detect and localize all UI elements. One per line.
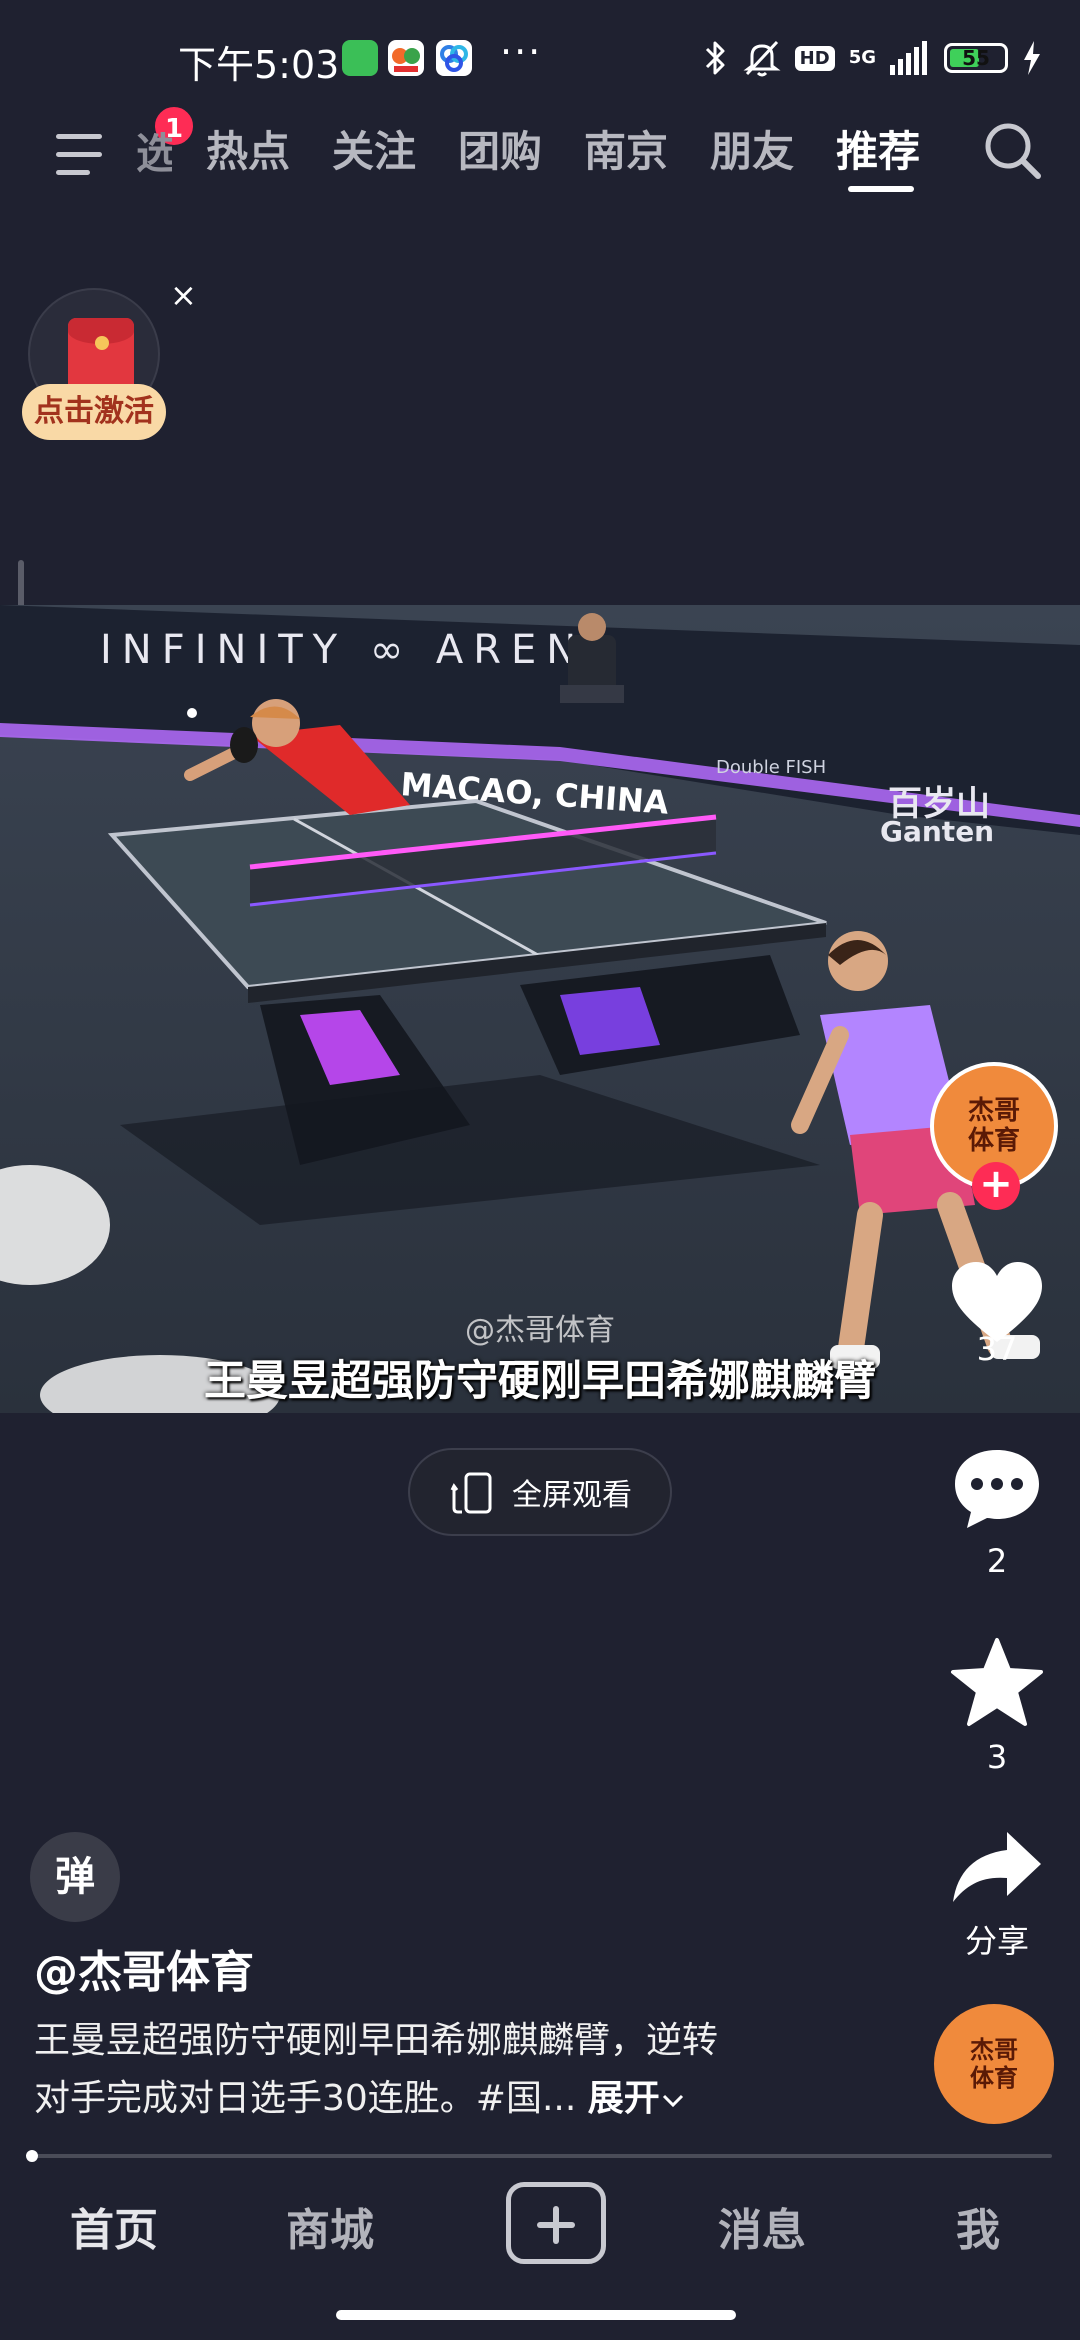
fullscreen-label: 全屏观看 <box>512 1478 632 1513</box>
battery-icon: 55 <box>944 43 1008 73</box>
close-icon[interactable]: × <box>170 276 197 314</box>
tab-following[interactable]: 关注 <box>332 118 416 179</box>
rotate-screen-icon <box>450 1472 492 1514</box>
search-icon <box>985 123 1041 179</box>
tab-bar: 热点 关注 团购 南京 朋友 推荐 <box>206 118 920 179</box>
arena-sign: INFINITY ∞ ARENA <box>100 627 624 673</box>
favorite-count: 3 <box>986 1738 1008 1776</box>
description-line: 王曼昱超强防守硬刚早田希娜麒麟臂，逆转 <box>34 2020 719 2061</box>
star-icon <box>951 1638 1043 1726</box>
status-indicators: HD 5G 55 <box>703 36 1042 80</box>
active-tab-indicator <box>848 186 914 192</box>
tab-friends[interactable]: 朋友 <box>710 118 794 179</box>
author-avatar-group[interactable]: 杰哥 体育 + <box>930 1062 1062 1210</box>
menu-button[interactable]: 1 <box>52 104 196 190</box>
fullscreen-button[interactable]: 全屏观看 <box>408 1448 672 1536</box>
expand-label: 展开 <box>587 2078 660 2119</box>
red-envelope-icon <box>68 318 134 394</box>
tab-recommended[interactable]: 推荐 <box>836 118 920 179</box>
status-time: 下午5:03 <box>178 43 340 87</box>
menu-icon-line <box>56 152 102 157</box>
music-disc[interactable]: 杰哥 体育 <box>934 2004 1054 2124</box>
menu-icon-line <box>56 170 90 175</box>
post-description[interactable]: 王曼昱超强防守硬刚早田希娜麒麟臂，逆转 对手完成对日选手30连胜。#国... 展… <box>34 2012 834 2128</box>
search-button[interactable] <box>978 116 1048 186</box>
app-notification-icon <box>436 40 472 76</box>
app-screen: 下午5:03 ··· HD 5G 55 1 选 热点 关注 团购 南京 朋友 推… <box>0 0 1080 2340</box>
tab-hot[interactable]: 热点 <box>206 118 290 179</box>
nav-home[interactable]: 首页 <box>70 2194 158 2258</box>
home-indicator <box>336 2310 736 2320</box>
description-line: 对手完成对日选手30连胜。#国... 展开 <box>34 2070 834 2128</box>
red-packet-widget[interactable]: 点击激活 × <box>22 276 197 448</box>
activate-label[interactable]: 点击激活 <box>22 384 166 440</box>
tab-partial[interactable]: 选 <box>136 120 172 181</box>
hd-badge: HD <box>794 45 835 71</box>
tab-group-buy[interactable]: 团购 <box>458 118 542 179</box>
create-post-button[interactable] <box>506 2182 606 2264</box>
coin-icon <box>95 336 109 350</box>
nav-messages[interactable]: 消息 <box>718 2194 806 2258</box>
mute-bell-icon <box>743 40 781 77</box>
top-nav: 1 选 热点 关注 团购 南京 朋友 推荐 <box>0 104 1080 200</box>
avatar-text-line: 体育 <box>967 1126 1020 1156</box>
status-bar: 下午5:03 ··· HD 5G 55 <box>0 30 1080 90</box>
favorite-button[interactable]: 3 <box>940 1636 1054 1776</box>
network-type: 5G <box>848 47 876 68</box>
follow-button[interactable]: + <box>972 1162 1020 1210</box>
chevron-down-icon <box>662 2094 683 2108</box>
music-text-line: 体育 <box>970 2064 1018 2092</box>
danmu-toggle-button[interactable]: 弹 <box>30 1832 120 1922</box>
expand-button[interactable]: 展开 <box>588 2078 686 2119</box>
more-notifications-icon: ··· <box>500 30 543 74</box>
menu-icon <box>56 134 102 139</box>
music-text-line: 杰哥 <box>970 2036 1018 2064</box>
video-player[interactable]: INFINITY ∞ ARENA 百岁山 Ganten Double FISH … <box>0 605 1080 1413</box>
share-button[interactable]: 分享 <box>940 1826 1054 1962</box>
comment-count: 2 <box>986 1542 1008 1580</box>
video-caption: 王曼昱超强防守硬刚早田希娜麒麟臂 <box>203 1356 876 1405</box>
video-watermark: @杰哥体育 <box>465 1313 615 1348</box>
author-name[interactable]: @杰哥体育 <box>34 1936 254 2000</box>
bottom-nav: 首页 商城 消息 我 <box>0 2164 1080 2340</box>
comment-button[interactable]: 2 <box>940 1446 1054 1580</box>
wechat-notification-icon <box>342 40 378 76</box>
like-button[interactable]: 37 <box>940 1258 1054 1368</box>
progress-handle[interactable] <box>26 2150 38 2162</box>
signal-icon <box>890 41 927 75</box>
avatar-text-line: 杰哥 <box>967 1096 1020 1126</box>
sponsor-logo: Ganten <box>880 815 994 848</box>
bluetooth-icon <box>705 41 725 75</box>
share-arrow-icon <box>953 1832 1041 1902</box>
tab-local-nanjing[interactable]: 南京 <box>584 118 668 179</box>
sponsor-logo: Double FISH <box>716 757 826 778</box>
battery-percent: 55 <box>962 46 990 70</box>
video-frame: INFINITY ∞ ARENA 百岁山 Ganten Double FISH … <box>0 605 1080 1413</box>
plus-icon-stroke <box>553 2206 559 2244</box>
description-text: 对手完成对日选手30连胜。#国... <box>34 2078 577 2119</box>
video-progress-bar[interactable] <box>30 2154 1052 2158</box>
nav-mall[interactable]: 商城 <box>286 2194 374 2258</box>
share-label: 分享 <box>964 1922 1029 1960</box>
comment-icon <box>955 1450 1039 1528</box>
charging-icon <box>1024 41 1040 75</box>
nav-me[interactable]: 我 <box>956 2194 1000 2258</box>
58-app-notification-icon <box>388 40 424 76</box>
